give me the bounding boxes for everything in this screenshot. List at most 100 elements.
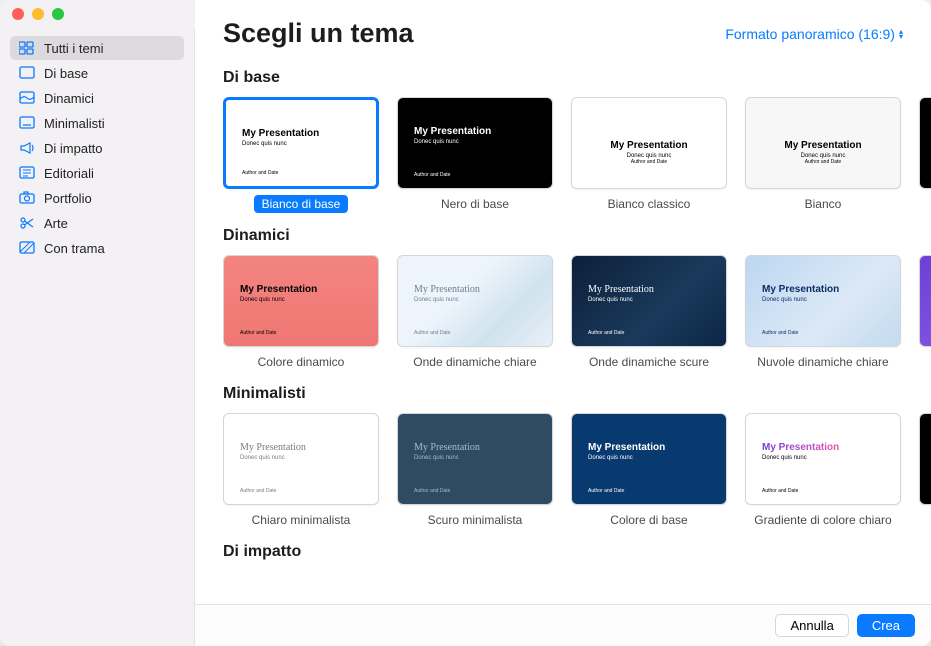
theme-row: My Presentation Donec quis nunc Author a… bbox=[223, 255, 931, 371]
sidebar-item-label: Portfolio bbox=[44, 191, 92, 206]
preview-footer: Author and Date bbox=[762, 159, 884, 165]
titlebar bbox=[0, 0, 195, 28]
theme-card[interactable]: My Presentation Donec quis nunc Author a… bbox=[745, 97, 901, 213]
close-window-button[interactable] bbox=[12, 8, 24, 20]
theme-card[interactable]: My Presentation Donec quis nunc Author a… bbox=[397, 255, 553, 371]
preview-subtitle: Donec quis nunc bbox=[762, 455, 884, 461]
square-icon bbox=[18, 65, 36, 81]
sidebar-item-con-trama[interactable]: Con trama bbox=[10, 236, 184, 260]
theme-thumbnail: My Presentation Donec quis nunc Author a… bbox=[571, 413, 727, 505]
preview-title: My Presentation bbox=[240, 442, 362, 453]
theme-card[interactable]: My Presentation Donec quis nunc Author a… bbox=[571, 413, 727, 529]
preview-footer: Author and Date bbox=[414, 172, 536, 178]
preview-footer: Author and Date bbox=[414, 488, 536, 494]
theme-gallery: Di base My Presentation Donec quis nunc … bbox=[195, 55, 931, 604]
minimal-icon bbox=[18, 115, 36, 131]
zoom-window-button[interactable] bbox=[52, 8, 64, 20]
theme-label: Bianco di base bbox=[254, 195, 349, 213]
sidebar-item-portfolio[interactable]: Portfolio bbox=[10, 186, 184, 210]
theme-thumbnail: My Presentation Donec quis nunc Author a… bbox=[397, 413, 553, 505]
preview-footer: Author and Date bbox=[414, 330, 536, 336]
sidebar-item-di-base[interactable]: Di base bbox=[10, 61, 184, 85]
preview-footer: Author and Date bbox=[242, 170, 360, 176]
section-title: Dinamici bbox=[223, 227, 931, 245]
theme-label: Chiaro minimalista bbox=[244, 511, 359, 529]
theme-card[interactable]: My Presentation Donec quis nunc Author a… bbox=[397, 97, 553, 213]
preview-title: My Presentation bbox=[242, 128, 360, 139]
theme-thumbnail: My Presentation Donec quis nunc Author a… bbox=[745, 255, 901, 347]
preview-subtitle: Donec quis nunc bbox=[588, 297, 710, 303]
cancel-button[interactable]: Annulla bbox=[775, 614, 848, 637]
minimize-window-button[interactable] bbox=[32, 8, 44, 20]
theme-card[interactable]: My Presentation Donec quis nunc Author a… bbox=[571, 97, 727, 213]
theme-card[interactable]: My Presentation Donec quis nunc Author a… bbox=[223, 413, 379, 529]
theme-thumbnail: My Presentation Donec quis nunc Author a… bbox=[745, 413, 901, 505]
theme-card[interactable]: My Presentation Donec quis nunc Author a… bbox=[745, 255, 901, 371]
theme-card-partial[interactable] bbox=[919, 413, 931, 529]
format-selector[interactable]: Formato panoramico (16:9) ▴▾ bbox=[725, 26, 903, 42]
theme-card[interactable]: My Presentation Donec quis nunc Author a… bbox=[571, 255, 727, 371]
sidebar-item-dinamici[interactable]: Dinamici bbox=[10, 86, 184, 110]
preview-subtitle: Donec quis nunc bbox=[762, 297, 884, 303]
preview-title: My Presentation bbox=[762, 284, 884, 295]
preview-footer: Author and Date bbox=[762, 330, 884, 336]
preview-title: My Presentation bbox=[610, 140, 687, 151]
theme-thumbnail: My Presentation Donec quis nunc Author a… bbox=[745, 97, 901, 189]
theme-card[interactable]: My Presentation Donec quis nunc Author a… bbox=[223, 255, 379, 371]
sidebar-item-label: Dinamici bbox=[44, 91, 94, 106]
theme-card[interactable]: My Presentation Donec quis nunc Author a… bbox=[397, 413, 553, 529]
preview-title: My Presentation bbox=[784, 140, 861, 151]
theme-thumbnail: My Presentation Donec quis nunc Author a… bbox=[397, 255, 553, 347]
sidebar-item-label: Minimalisti bbox=[44, 116, 105, 131]
preview-title: My Presentation bbox=[588, 284, 710, 295]
sidebar-item-di-impatto[interactable]: Di impatto bbox=[10, 136, 184, 160]
sidebar-item-editoriali[interactable]: Editoriali bbox=[10, 161, 184, 185]
page-title: Scegli un tema bbox=[223, 18, 414, 49]
sidebar-item-label: Tutti i temi bbox=[44, 41, 103, 56]
preview-title: My Presentation bbox=[414, 284, 536, 295]
section-title: Di base bbox=[223, 69, 931, 87]
theme-label: Onde dinamiche scure bbox=[581, 353, 717, 371]
sidebar-item-label: Arte bbox=[44, 216, 68, 231]
theme-card[interactable]: My Presentation Donec quis nunc Author a… bbox=[745, 413, 901, 529]
preview-subtitle: Donec quis nunc bbox=[588, 455, 710, 461]
theme-label: Scuro minimalista bbox=[420, 511, 531, 529]
preview-title: My Presentation bbox=[240, 284, 362, 295]
theme-label: Colore di base bbox=[602, 511, 695, 529]
theme-thumbnail: My Presentation Donec quis nunc Author a… bbox=[571, 97, 727, 189]
preview-footer: Author and Date bbox=[240, 488, 362, 494]
sidebar-item-label: Di impatto bbox=[44, 141, 103, 156]
preview-subtitle: Donec quis nunc bbox=[414, 139, 536, 145]
theme-label: Nuvole dinamiche chiare bbox=[749, 353, 896, 371]
theme-card-partial[interactable] bbox=[919, 255, 931, 371]
preview-title: My Presentation bbox=[762, 442, 884, 453]
theme-label: Gradiente di colore chiaro bbox=[746, 511, 899, 529]
sidebar-item-tutti-i-temi[interactable]: Tutti i temi bbox=[10, 36, 184, 60]
sidebar-item-label: Con trama bbox=[44, 241, 105, 256]
theme-card[interactable]: My Presentation Donec quis nunc Author a… bbox=[223, 97, 379, 213]
preview-subtitle: Donec quis nunc bbox=[240, 455, 362, 461]
theme-label: Colore dinamico bbox=[250, 353, 353, 371]
preview-title: My Presentation bbox=[588, 442, 710, 453]
theme-card-partial[interactable] bbox=[919, 97, 931, 213]
sidebar-item-arte[interactable]: Arte bbox=[10, 211, 184, 235]
camera-icon bbox=[18, 190, 36, 206]
scissors-icon bbox=[18, 215, 36, 231]
theme-row: My Presentation Donec quis nunc Author a… bbox=[223, 97, 931, 213]
create-button[interactable]: Crea bbox=[857, 614, 915, 637]
sidebar-item-label: Di base bbox=[44, 66, 88, 81]
theme-thumbnail bbox=[919, 413, 931, 505]
preview-subtitle: Donec quis nunc bbox=[414, 297, 536, 303]
preview-footer: Author and Date bbox=[588, 330, 710, 336]
sidebar-item-minimalisti[interactable]: Minimalisti bbox=[10, 111, 184, 135]
preview-title: My Presentation bbox=[414, 442, 536, 453]
section-title: Minimalisti bbox=[223, 385, 931, 403]
preview-subtitle: Donec quis nunc bbox=[414, 455, 536, 461]
grid-icon bbox=[18, 40, 36, 56]
preview-subtitle: Donec quis nunc bbox=[240, 297, 362, 303]
preview-footer: Author and Date bbox=[588, 159, 710, 165]
theme-thumbnail: My Presentation Donec quis nunc Author a… bbox=[571, 255, 727, 347]
theme-row: My Presentation Donec quis nunc Author a… bbox=[223, 413, 931, 529]
theme-label: Bianco bbox=[797, 195, 850, 213]
preview-footer: Author and Date bbox=[240, 330, 362, 336]
